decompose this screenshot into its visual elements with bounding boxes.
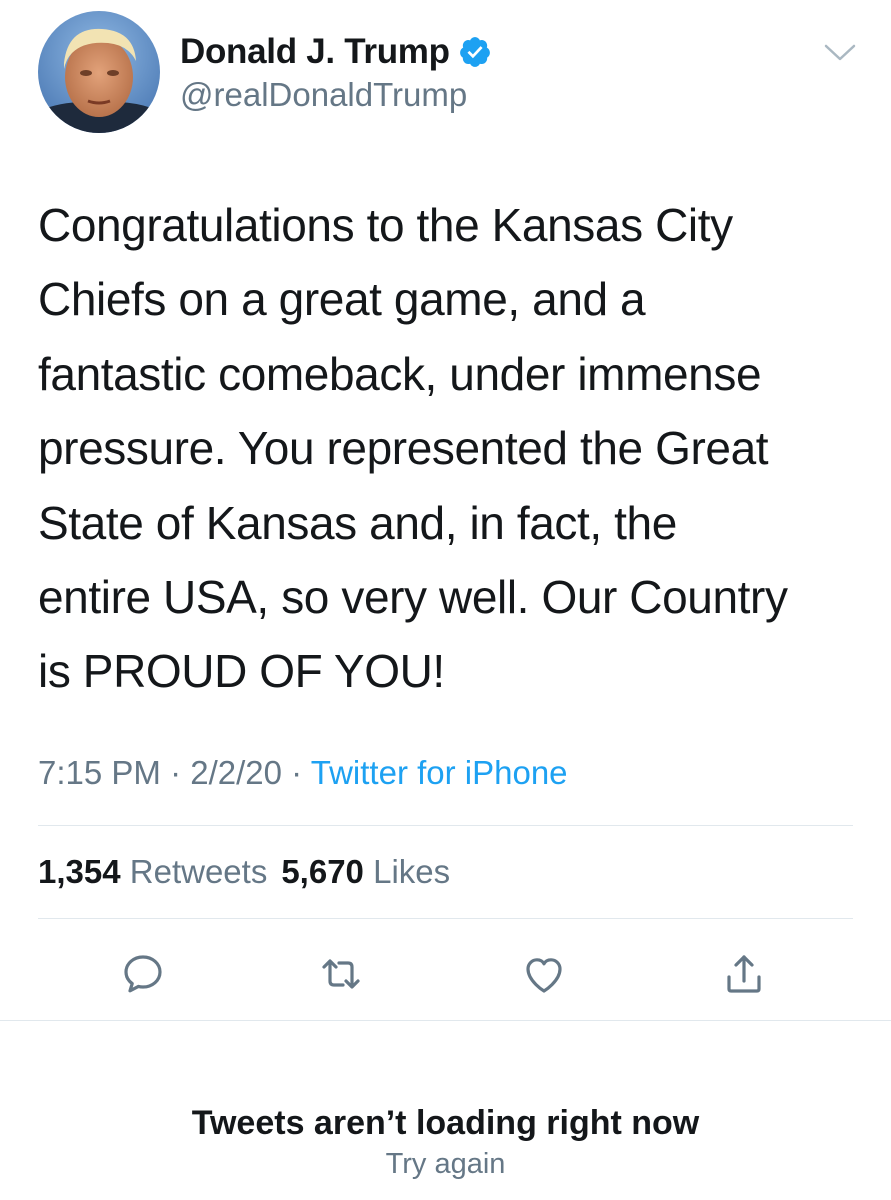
retweets-stat[interactable]: 1,354 Retweets	[38, 853, 267, 890]
share-icon	[727, 955, 761, 993]
reply-icon	[124, 955, 162, 993]
meta-separator: ·	[170, 754, 182, 791]
tweet-stats: 1,354 Retweets 5,670 Likes	[38, 853, 450, 891]
likes-stat[interactable]: 5,670 Likes	[281, 853, 450, 890]
author-handle[interactable]: @realDonaldTrump	[180, 76, 467, 114]
tweet-text: Congratulations to the Kansas City Chief…	[38, 199, 788, 698]
reply-button[interactable]	[119, 950, 167, 998]
tweet-time: 7:15 PM	[38, 754, 161, 791]
retweets-label: Retweets	[129, 853, 268, 890]
meta-separator: ·	[291, 754, 303, 791]
divider	[0, 1020, 891, 1021]
likes-label: Likes	[373, 853, 451, 890]
retweets-count: 1,354	[38, 853, 121, 890]
likes-count: 5,670	[281, 853, 364, 890]
tweet-source-link[interactable]: Twitter for iPhone	[311, 754, 568, 791]
heart-icon	[526, 958, 562, 993]
author-name-row[interactable]: Donald J. Trump	[180, 30, 492, 74]
try-again-button[interactable]: Try again	[0, 1148, 891, 1181]
divider	[38, 825, 853, 826]
divider	[38, 918, 853, 919]
chevron-down-icon[interactable]	[822, 40, 858, 64]
share-button[interactable]	[720, 950, 768, 998]
retweet-icon	[322, 959, 360, 989]
retweet-button[interactable]	[317, 950, 365, 998]
tweet-date: 2/2/20	[190, 754, 282, 791]
verified-badge-icon	[459, 37, 490, 67]
like-button[interactable]	[520, 950, 568, 998]
loading-error-message: Tweets aren’t loading right now	[191, 1104, 700, 1142]
avatar[interactable]	[38, 11, 160, 133]
author-display-name[interactable]: Donald J. Trump	[180, 32, 450, 72]
tweet-meta: 7:15 PM · 2/2/20 · Twitter for iPhone	[38, 754, 568, 792]
profile-photo-icon	[38, 11, 160, 133]
